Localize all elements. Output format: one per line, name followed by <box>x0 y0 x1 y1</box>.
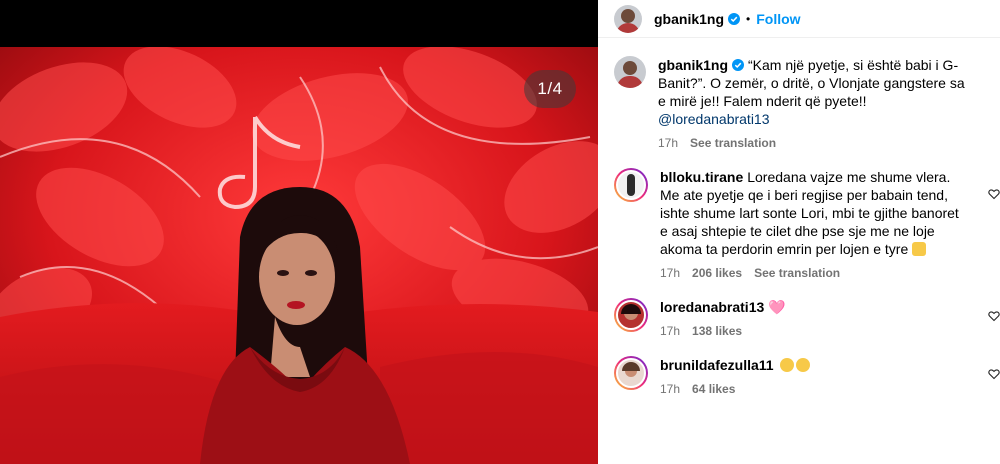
comment-username[interactable]: brunildafezulla11 <box>660 357 774 373</box>
comment-likes[interactable]: 64 likes <box>692 382 735 396</box>
caption-meta: 17h See translation <box>658 136 968 150</box>
verified-badge-icon <box>732 59 745 71</box>
comment-likes[interactable]: 138 likes <box>692 324 742 338</box>
avatar[interactable] <box>614 356 648 390</box>
comment-time: 17h <box>660 382 681 396</box>
post-side-panel: gbanik1ng • Follow gbanik1ng “Kam një pye… <box>598 0 1000 464</box>
see-translation-button[interactable]: See translation <box>690 136 776 150</box>
caption-mention[interactable]: @loredanabrati13 <box>658 111 770 127</box>
carousel-counter: 1/4 <box>524 70 576 108</box>
caption-text: gbanik1ng “Kam një pyetje, si është babi … <box>658 56 968 128</box>
avatar[interactable] <box>614 4 642 33</box>
follow-button[interactable]: Follow <box>756 11 800 27</box>
avatar[interactable] <box>614 298 648 332</box>
comment-meta: 17h 138 likes <box>660 324 968 338</box>
post-header: gbanik1ng • Follow <box>598 0 1000 38</box>
like-heart-icon[interactable] <box>988 188 1000 200</box>
comment-username[interactable]: loredanabrati13 <box>660 299 764 315</box>
comment-text: loredanabrati13 🩷 <box>660 298 968 316</box>
like-heart-icon[interactable] <box>988 310 1000 322</box>
comments-list: gbanik1ng “Kam një pyetje, si është babi … <box>598 38 1000 396</box>
clap-emoji-icon <box>795 358 810 372</box>
comment-item: loredanabrati13 🩷 17h 138 likes <box>614 298 1000 338</box>
verified-badge-icon <box>728 12 741 25</box>
comment-time: 17h <box>660 324 681 338</box>
comment-item: brunildafezulla11 17h 64 likes <box>614 356 1000 396</box>
comment-likes[interactable]: 206 likes <box>692 266 742 280</box>
header-username[interactable]: gbanik1ng <box>654 11 724 27</box>
comment-meta: 17h 64 likes <box>660 382 968 396</box>
comment-item: blloku.tirane Loredana vajze me shume vle… <box>614 168 1000 280</box>
post-photo-illustration <box>0 47 598 464</box>
header-separator: • <box>746 11 751 26</box>
post-image <box>0 47 598 464</box>
clap-emoji-icon <box>779 358 794 372</box>
comment-body: 🩷 <box>768 299 786 315</box>
comment-username[interactable]: blloku.tirane <box>660 169 743 185</box>
caption-username[interactable]: gbanik1ng <box>658 57 728 73</box>
post-media[interactable]: 1/4 <box>0 0 598 464</box>
like-heart-icon[interactable] <box>988 368 1000 380</box>
pray-emoji-icon <box>912 242 927 256</box>
see-translation-button[interactable]: See translation <box>754 266 840 280</box>
caption-time: 17h <box>658 136 679 150</box>
comment-text: brunildafezulla11 <box>660 356 968 374</box>
avatar[interactable] <box>614 168 648 202</box>
avatar[interactable] <box>614 56 646 88</box>
caption: gbanik1ng “Kam një pyetje, si është babi … <box>614 56 984 150</box>
comment-time: 17h <box>660 266 681 280</box>
comment-text: blloku.tirane Loredana vajze me shume vle… <box>660 168 968 258</box>
comment-meta: 17h 206 likes See translation <box>660 266 968 280</box>
